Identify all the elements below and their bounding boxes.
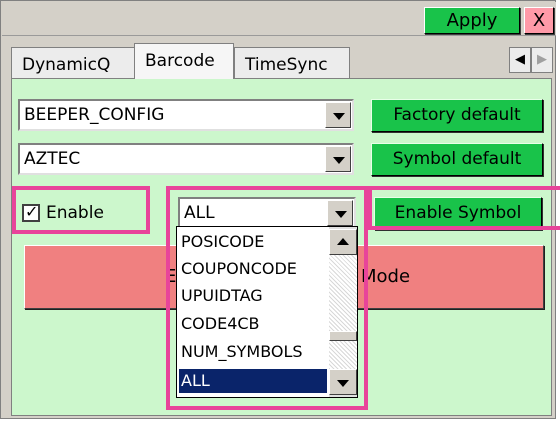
checkbox-box[interactable]: ✓ <box>22 202 40 222</box>
scroll-up-button[interactable] <box>329 229 357 255</box>
symbol-select-dropdown-button[interactable] <box>325 146 351 172</box>
chevron-down-icon <box>333 157 345 164</box>
chevron-down-icon <box>333 113 345 120</box>
symbol-default-button[interactable]: Symbol default <box>371 143 543 176</box>
tab-timesync[interactable]: TimeSync <box>234 47 350 78</box>
tab-scroll-right-icon[interactable]: ▶ <box>531 47 553 73</box>
symbol-enable-dropdown-button[interactable] <box>327 200 353 226</box>
chevron-up-icon <box>337 238 349 245</box>
apply-button[interactable]: Apply <box>424 7 520 34</box>
top-bar: Apply X <box>2 2 556 36</box>
tab-scroll-left-icon[interactable]: ◀ <box>509 47 531 73</box>
symbol-select[interactable]: AZTEC <box>18 143 354 175</box>
list-item[interactable]: POSICODE <box>179 230 327 254</box>
tab-dynamicq[interactable]: DynamicQ <box>11 47 135 78</box>
checkmark-icon: ✓ <box>25 202 39 221</box>
list-item[interactable]: UPUIDTAG <box>179 284 327 308</box>
enable-label: Enable <box>46 203 104 223</box>
chevron-down-icon <box>335 211 347 218</box>
config-select-value: BEEPER_CONFIG <box>24 105 165 125</box>
symbol-select-value: AZTEC <box>24 149 81 169</box>
symbol-enable-select-value: ALL <box>184 203 215 223</box>
config-select-dropdown-button[interactable] <box>325 102 351 128</box>
list-item-selected[interactable]: ALL <box>179 369 327 393</box>
symbol-dropdown-list[interactable]: POSICODE COUPONCODE UPUIDTAG CODE4CB NUM… <box>176 226 358 398</box>
close-button[interactable]: X <box>524 7 554 34</box>
mode-button-label-right: Mode <box>361 266 411 287</box>
list-item[interactable]: NUM_SYMBOLS <box>179 340 327 364</box>
scrollbar-thumb[interactable] <box>329 331 357 341</box>
tab-barcode[interactable]: Barcode <box>134 43 234 79</box>
symbol-enable-select[interactable]: ALL <box>178 197 356 229</box>
scrollbar-track[interactable] <box>329 255 357 369</box>
enable-checkbox[interactable]: ✓ Enable <box>22 199 142 227</box>
chevron-down-icon <box>337 380 349 387</box>
list-item[interactable]: CODE4CB <box>179 312 327 336</box>
list-item[interactable]: COUPONCODE <box>179 257 327 281</box>
factory-default-button[interactable]: Factory default <box>371 99 543 132</box>
mode-button-label-left: E <box>165 266 177 287</box>
dropdown-scrollbar[interactable] <box>329 227 357 397</box>
scroll-down-button[interactable] <box>329 369 357 395</box>
config-select[interactable]: BEEPER_CONFIG <box>18 99 354 131</box>
enable-symbol-button[interactable]: Enable Symbol <box>374 197 542 230</box>
